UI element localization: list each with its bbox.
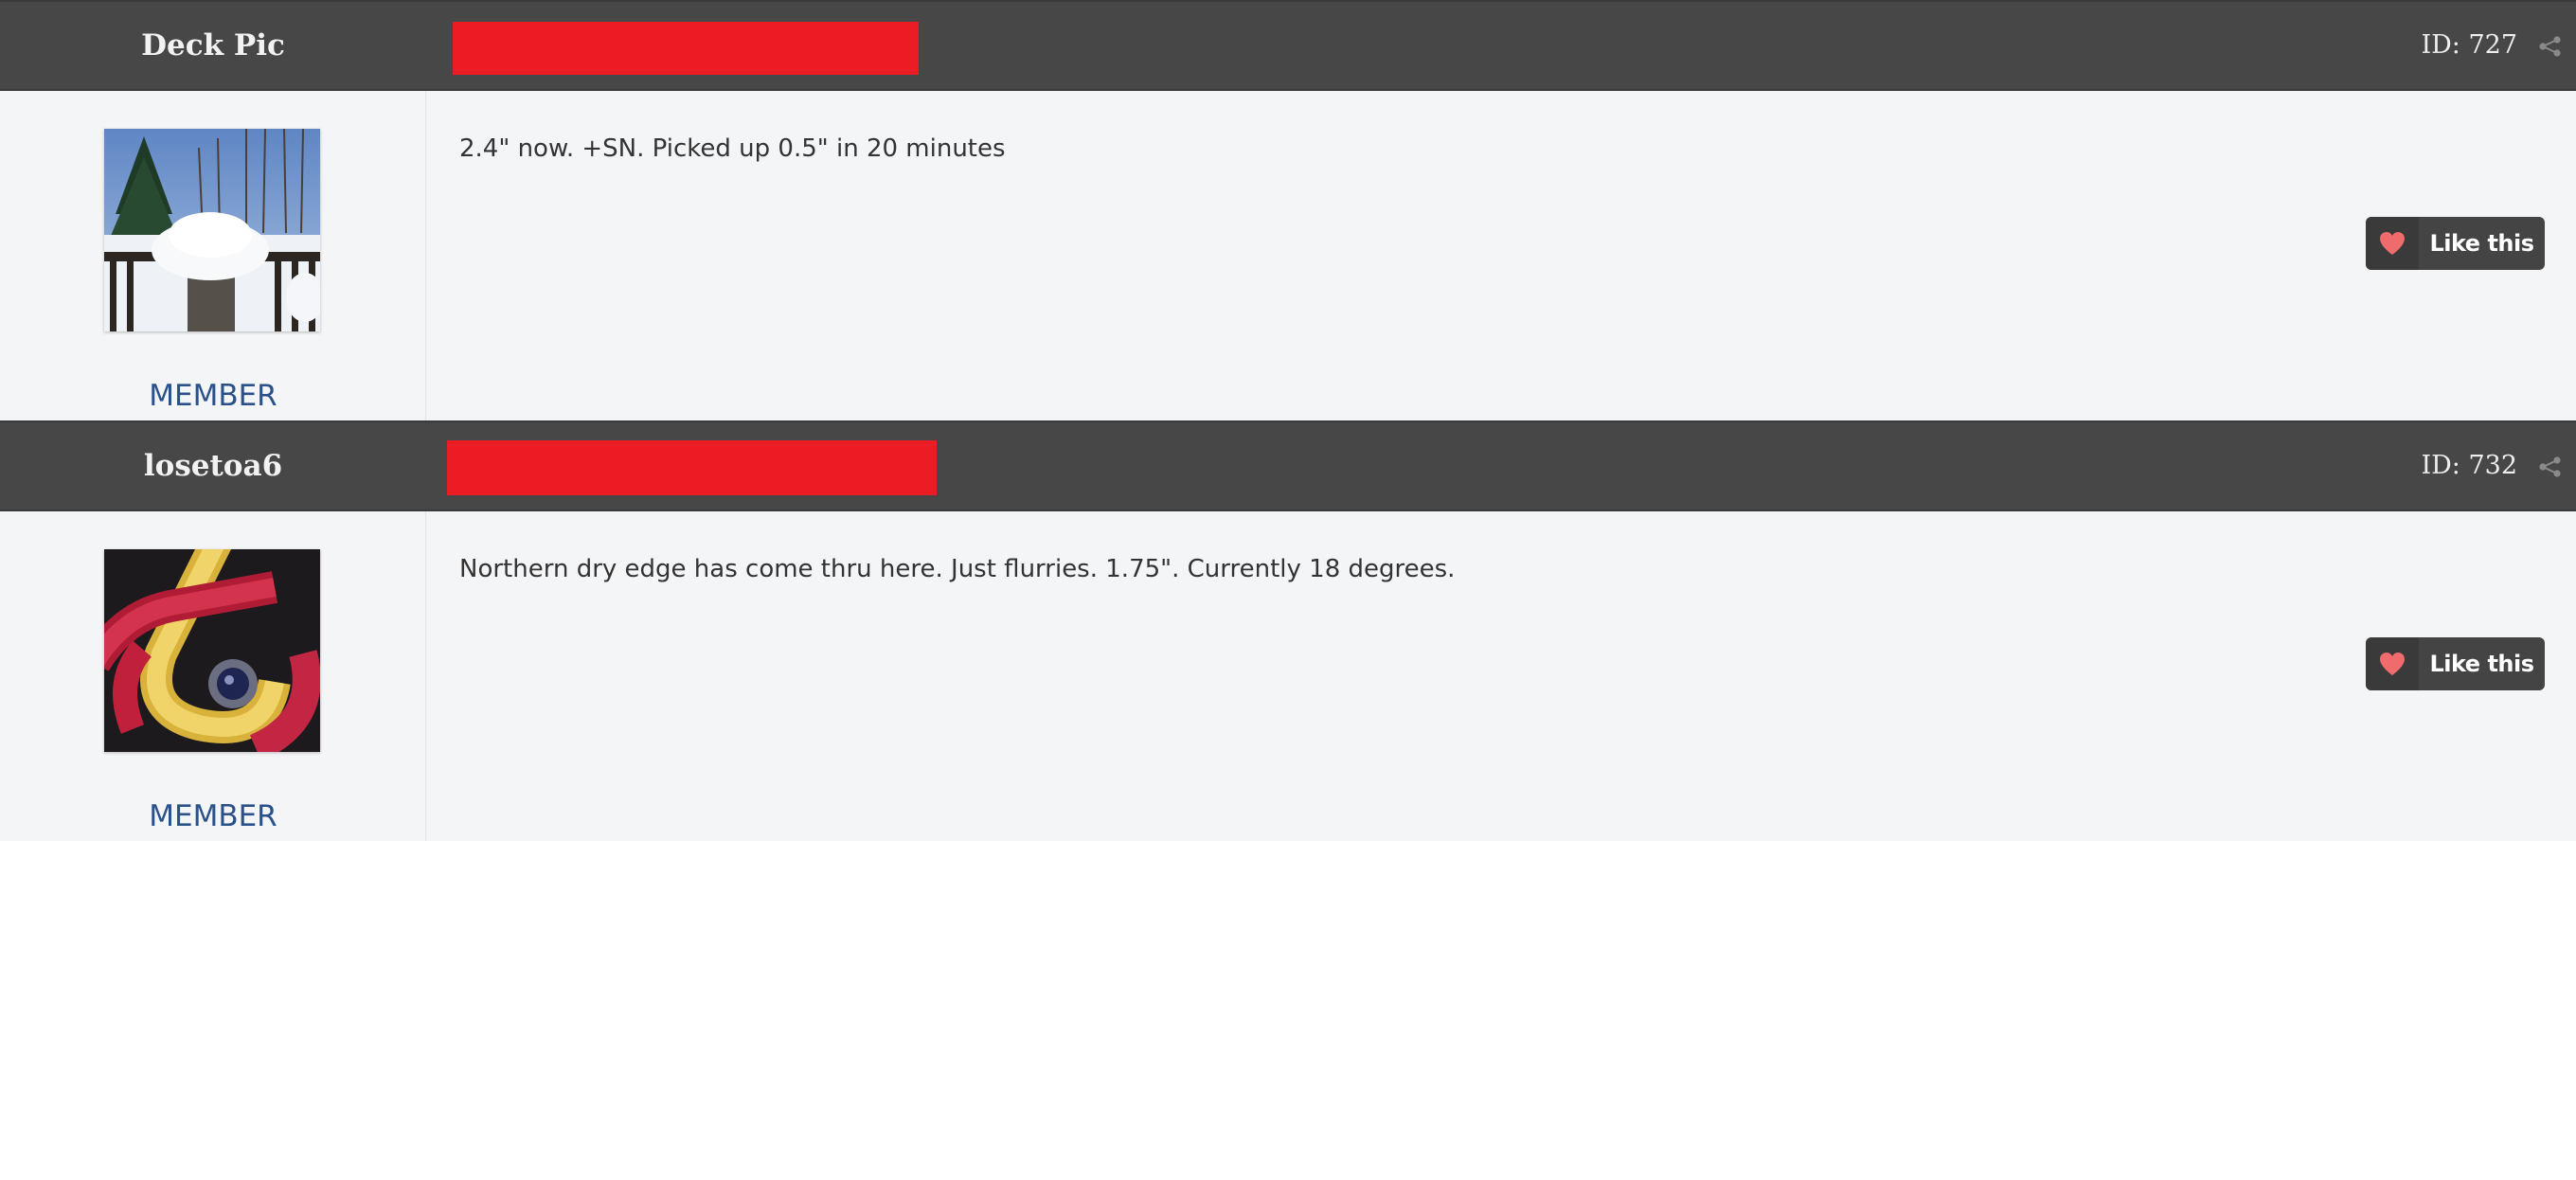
post: Deck Pic ID: 727 MEMBER 2.4" now. +SN. P… xyxy=(0,0,2576,420)
avatar[interactable] xyxy=(104,129,320,331)
username[interactable]: losetoa6 xyxy=(0,422,426,510)
avatar[interactable] xyxy=(104,549,320,752)
post-content: Northern dry edge has come thru here. Ju… xyxy=(459,555,1456,583)
user-role: MEMBER xyxy=(149,379,277,413)
post-body: MEMBER 2.4" now. +SN. Picked up 0.5" in … xyxy=(0,91,2576,420)
like-button[interactable]: Like this xyxy=(2366,637,2545,690)
post-header: Deck Pic ID: 727 xyxy=(0,0,2576,91)
heart-icon xyxy=(2380,653,2405,675)
post: losetoa6 ID: 732 MEMBER Northern dry edg… xyxy=(0,420,2576,841)
post-header: losetoa6 ID: 732 xyxy=(0,420,2576,511)
post-body: MEMBER Northern dry edge has come thru h… xyxy=(0,511,2576,841)
share-icon[interactable] xyxy=(2538,36,2563,57)
heart-icon xyxy=(2380,232,2405,255)
like-label: Like this xyxy=(2429,230,2534,257)
redaction-bar xyxy=(453,22,919,75)
user-role: MEMBER xyxy=(149,799,277,833)
like-icon-box xyxy=(2366,637,2419,690)
like-button[interactable]: Like this xyxy=(2366,217,2545,270)
user-info: MEMBER xyxy=(0,91,426,420)
like-icon-box xyxy=(2366,217,2419,270)
share-icon[interactable] xyxy=(2538,456,2563,477)
post-content: 2.4" now. +SN. Picked up 0.5" in 20 minu… xyxy=(459,134,1006,163)
thread: Deck Pic ID: 727 MEMBER 2.4" now. +SN. P… xyxy=(0,0,2576,841)
user-info: MEMBER xyxy=(0,511,426,841)
username[interactable]: Deck Pic xyxy=(0,2,426,89)
redaction-bar xyxy=(447,440,937,495)
like-label: Like this xyxy=(2429,651,2534,677)
post-id[interactable]: ID: 732 xyxy=(2421,422,2517,510)
post-id[interactable]: ID: 727 xyxy=(2421,2,2517,89)
